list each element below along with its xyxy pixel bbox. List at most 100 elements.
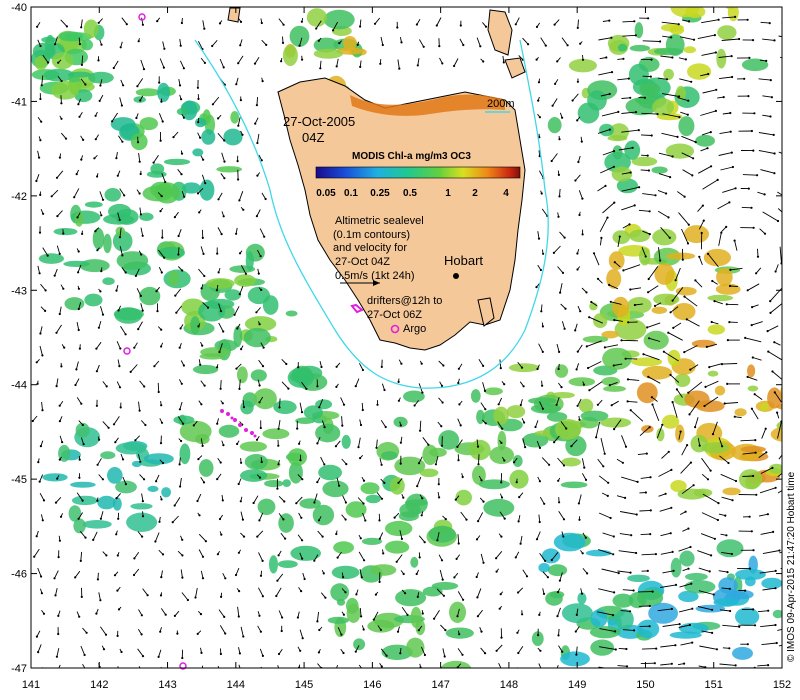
velocity-arrowhead bbox=[182, 67, 185, 70]
velocity-arrowhead bbox=[726, 382, 729, 385]
velocity-arrowhead bbox=[216, 366, 219, 369]
velocity-arrowhead bbox=[406, 613, 409, 617]
chlorophyll-patch bbox=[198, 459, 214, 477]
velocity-arrow bbox=[559, 188, 561, 197]
chlorophyll-patch bbox=[104, 188, 122, 202]
chlorophyll-patch bbox=[770, 426, 782, 442]
hobart-marker bbox=[453, 273, 459, 279]
velocity-arrowhead bbox=[141, 23, 144, 26]
velocity-arrowhead bbox=[211, 103, 214, 106]
velocity-arrowhead bbox=[75, 368, 78, 371]
velocity-arrowhead bbox=[766, 513, 770, 516]
velocity-arrowhead bbox=[162, 66, 165, 69]
chlorophyll-patch bbox=[642, 365, 673, 380]
velocity-arrowhead bbox=[234, 573, 238, 577]
velocity-arrowhead bbox=[444, 518, 447, 521]
chlorophyll-patch bbox=[269, 555, 278, 574]
velocity-arrowhead bbox=[53, 577, 56, 580]
velocity-arrowhead bbox=[41, 519, 44, 522]
velocity-arrowhead bbox=[661, 423, 664, 426]
chlorophyll-patch bbox=[651, 306, 668, 314]
velocity-arrowhead bbox=[580, 592, 584, 595]
velocity-arrowhead bbox=[54, 501, 58, 504]
velocity-arrowhead bbox=[196, 192, 200, 195]
velocity-arrowhead bbox=[672, 569, 675, 572]
velocity-arrowhead bbox=[157, 655, 160, 659]
velocity-arrowhead bbox=[554, 82, 557, 85]
velocity-arrowhead bbox=[239, 500, 242, 503]
x-tick-label: 147 bbox=[431, 679, 449, 691]
velocity-arrowhead bbox=[679, 430, 682, 433]
velocity-arrowhead bbox=[713, 300, 716, 303]
velocity-arrowhead bbox=[421, 391, 424, 394]
velocity-arrow bbox=[783, 93, 792, 95]
velocity-arrowhead bbox=[604, 184, 607, 187]
velocity-arrowhead bbox=[39, 44, 42, 48]
velocity-arrowhead bbox=[285, 362, 288, 366]
velocity-arrowhead bbox=[654, 194, 657, 197]
velocity-arrowhead bbox=[465, 518, 468, 521]
velocity-arrowhead bbox=[751, 39, 755, 42]
y-tick-label: -46 bbox=[11, 569, 27, 581]
velocity-arrowhead bbox=[495, 570, 498, 573]
velocity-arrowhead bbox=[94, 138, 97, 141]
velocity-arrowhead bbox=[767, 664, 770, 667]
chlorophyll-patch bbox=[695, 134, 715, 147]
velocity-arrowhead bbox=[671, 401, 674, 404]
chlorophyll-patch bbox=[509, 469, 529, 489]
velocity-arrowhead bbox=[775, 641, 778, 645]
chlorophyll-patch bbox=[445, 627, 474, 639]
velocity-arrowhead bbox=[117, 517, 120, 520]
velocity-arrowhead bbox=[60, 102, 63, 105]
velocity-arrowhead bbox=[538, 613, 541, 617]
velocity-arrowhead bbox=[76, 216, 79, 219]
velocity-arrowhead bbox=[723, 402, 726, 405]
velocity-arrowhead bbox=[161, 553, 165, 556]
velocity-arrowhead bbox=[525, 575, 529, 578]
chlorophyll-patch bbox=[139, 117, 158, 131]
velocity-arrowhead bbox=[47, 674, 49, 676]
velocity-arrowhead bbox=[753, 112, 756, 115]
velocity-arrowhead bbox=[620, 339, 623, 342]
velocity-arrowhead bbox=[395, 560, 398, 563]
velocity-arrowhead bbox=[301, 539, 304, 542]
velocity-arrowhead bbox=[541, 407, 545, 410]
velocity-arrowhead bbox=[671, 56, 674, 59]
velocity-arrowhead bbox=[400, 537, 403, 541]
velocity-arrowhead bbox=[317, 651, 320, 654]
colorbar-title: MODIS Chl-a mg/m3 OC3 bbox=[352, 151, 471, 162]
velocity-arrowhead bbox=[254, 122, 257, 125]
chlorophyll-patch bbox=[679, 550, 695, 567]
velocity-arrowhead bbox=[588, 389, 591, 392]
velocity-arrowhead bbox=[434, 463, 437, 466]
chlorophyll-patch bbox=[707, 324, 725, 335]
chlorophyll-patch bbox=[593, 313, 608, 329]
velocity-arrowhead bbox=[373, 22, 377, 25]
velocity-arrowhead bbox=[40, 592, 44, 595]
velocity-arrowhead bbox=[559, 291, 562, 294]
velocity-arrowhead bbox=[276, 487, 279, 490]
velocity-arrowhead bbox=[142, 68, 146, 71]
velocity-arrowhead bbox=[730, 552, 734, 556]
velocity-arrowhead bbox=[734, 664, 737, 667]
velocity-arrowhead bbox=[647, 291, 650, 294]
velocity-arrowhead bbox=[196, 632, 199, 636]
velocity-arrowhead bbox=[323, 426, 326, 429]
chlorophyll-patch bbox=[70, 481, 96, 488]
velocity-arrowhead bbox=[97, 326, 100, 329]
velocity-arrowhead bbox=[667, 216, 670, 219]
velocity-arrowhead bbox=[612, 150, 616, 153]
velocity-arrowhead bbox=[773, 391, 776, 394]
chlorophyll-patch bbox=[580, 410, 609, 422]
velocity-arrowhead bbox=[459, 24, 462, 27]
velocity-arrowhead bbox=[160, 498, 163, 501]
velocity-arrowhead bbox=[143, 385, 146, 388]
velocity-arrowhead bbox=[121, 254, 124, 257]
velocity-arrowhead bbox=[36, 25, 39, 28]
chlorophyll-patch bbox=[313, 48, 343, 59]
velocity-arrowhead bbox=[363, 559, 366, 562]
velocity-arrowhead bbox=[160, 328, 163, 331]
velocity-arrowhead bbox=[321, 535, 324, 538]
velocity-arrowhead bbox=[221, 402, 224, 405]
chlorophyll-patch bbox=[449, 601, 466, 623]
